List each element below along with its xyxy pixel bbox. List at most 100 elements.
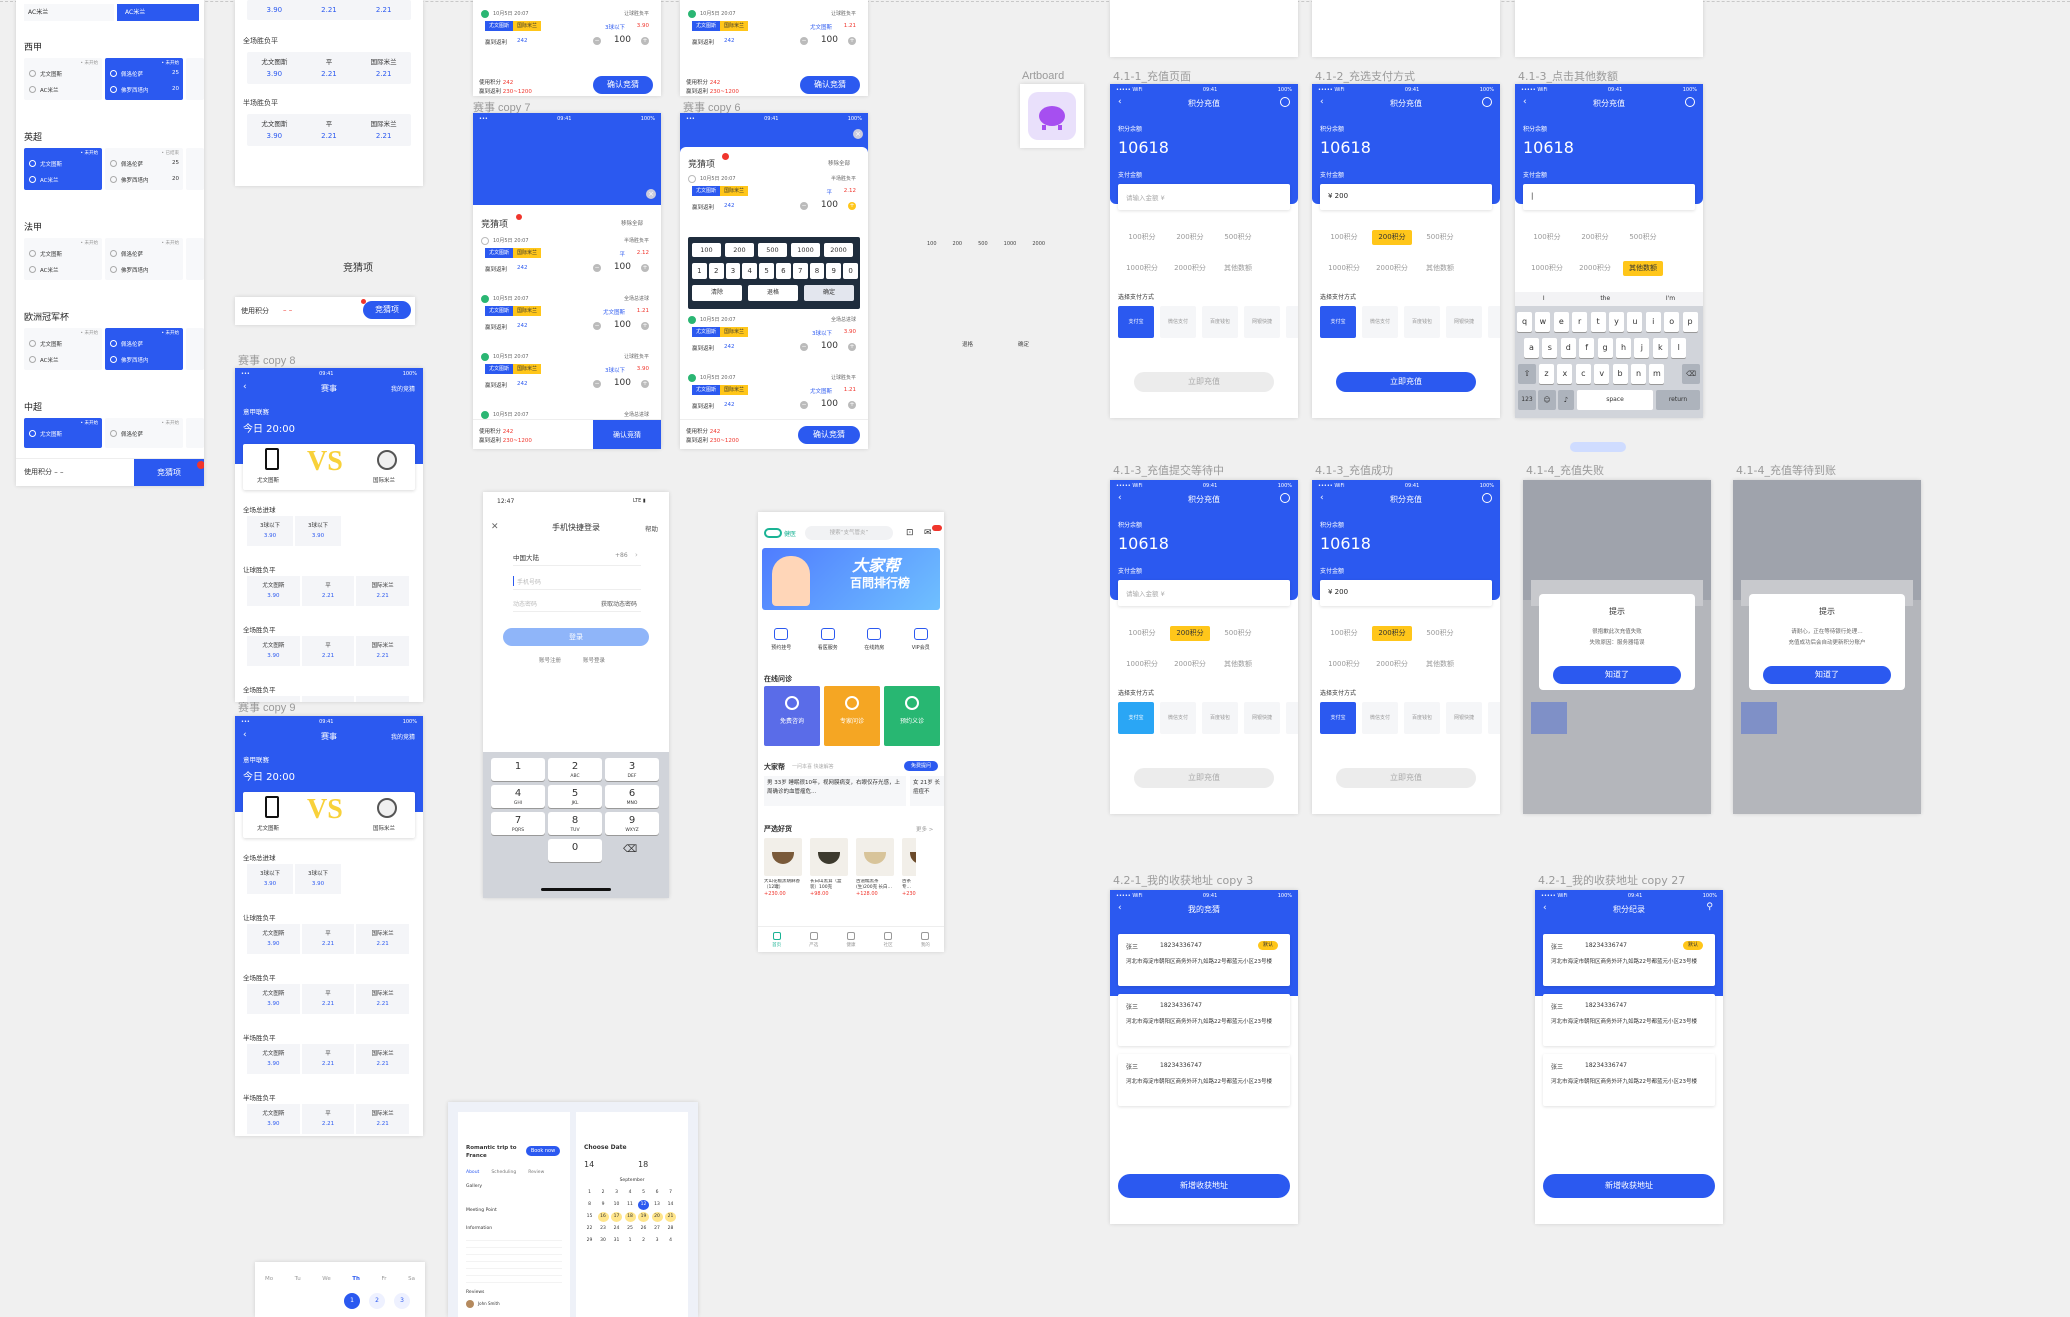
odds-row[interactable]: 尤文图斯3.90平2.21国际米兰2.21 [247, 636, 411, 666]
minus-icon[interactable]: − [800, 401, 808, 409]
team-cell[interactable]: AC米兰 [24, 4, 114, 21]
amount-input[interactable]: ¥ 200 [1320, 184, 1492, 210]
calendar-day[interactable]: 3 [394, 1293, 410, 1309]
bet-item[interactable]: 10月5日 20:07 让球胜负平 尤文图斯 国际米兰 尤文图斯 1.21 赢到返利 242−… [680, 370, 868, 424]
odds-cell[interactable]: 平 2.21 [302, 56, 356, 80]
bet-item[interactable]: 10月5日 20:07 让球胜负平 尤文图斯 国际米兰 尤文图斯 1.21 赢到返利 242−… [680, 6, 868, 60]
key-return[interactable]: return [1656, 390, 1700, 410]
check-icon[interactable] [481, 295, 489, 303]
amount-chip[interactable]: 500积分 [1623, 230, 1663, 245]
dismiss-button[interactable]: 知道了 [1553, 666, 1681, 684]
plus-icon[interactable]: + [641, 37, 649, 45]
calendar-cell[interactable]: 14 [665, 1200, 676, 1210]
guess-button[interactable]: 竞猜项 [363, 301, 411, 319]
odds-cell[interactable]: 国际米兰2.21 [356, 636, 410, 666]
calendar-cell[interactable]: 8 [584, 1200, 595, 1210]
minus-icon[interactable]: − [593, 380, 601, 388]
address-card[interactable]: 张三 18234336747 河北市海淀市朝阳区商务外环九如路22号都蓝元小区23号… [1118, 1054, 1290, 1106]
consult-card[interactable]: 专家问诊 [824, 686, 880, 746]
amount-input[interactable]: 请输入金额 ¥ [1118, 184, 1290, 210]
microphone-icon[interactable]: ♪ [1558, 390, 1574, 410]
check-icon[interactable] [481, 10, 489, 18]
minus-icon[interactable]: − [800, 37, 808, 45]
pay-method[interactable]: 微信支付 [1362, 306, 1398, 338]
pay-method[interactable]: 银行 [1286, 306, 1298, 338]
amount-chip[interactable]: 200积分 [1170, 626, 1210, 641]
team-cell-selected[interactable]: AC米兰 [117, 4, 199, 21]
key-i[interactable]: i [1645, 312, 1661, 332]
tab-scheduling[interactable]: Scheduling [491, 1170, 516, 1175]
odds-row[interactable]: 尤文图斯3.90平2.21国际米兰2.21 [247, 696, 411, 702]
keypad-action-key[interactable]: 确定 [804, 285, 854, 301]
amount-chip[interactable]: 100积分 [1122, 626, 1162, 641]
suggestion[interactable]: I [1543, 292, 1545, 306]
plus-icon[interactable]: + [641, 322, 649, 330]
amount-chip[interactable]: 其他数额 [1420, 657, 1460, 672]
filter-icon[interactable]: ⚲ [1706, 902, 1713, 912]
odds-cell[interactable]: 尤文图斯 3.90 [247, 576, 300, 606]
match-card[interactable]: • 未开始 尤文图斯 [24, 418, 102, 448]
odds-cell[interactable]: 国际米兰2.21 [356, 696, 410, 702]
calendar-cell[interactable]: 18 [624, 1212, 636, 1222]
calendar-cell[interactable]: 15 [584, 1212, 595, 1222]
key-x[interactable]: x [1557, 364, 1573, 384]
odds-row[interactable]: 3球以下 3.90 3球以下 3.90 [247, 516, 343, 546]
login-button[interactable]: 登录 [503, 628, 649, 646]
pay-method[interactable]: 银行 [1286, 702, 1298, 734]
amount-chip[interactable]: 其他数额 [1623, 261, 1663, 276]
pay-method[interactable]: 支付宝 [1118, 702, 1154, 734]
pay-method[interactable]: 银行 [1488, 306, 1500, 338]
amount-chip[interactable]: 2000积分 [1372, 657, 1412, 672]
odds-cell[interactable]: 3球以下 3.90 [247, 516, 293, 546]
my-guess-link[interactable]: 我的竞猜 [391, 384, 415, 393]
key-e[interactable]: e [1553, 312, 1569, 332]
amount-chip[interactable]: 100积分 [1527, 230, 1567, 245]
minus-icon[interactable]: − [800, 202, 808, 210]
calendar-cell[interactable]: 22 [584, 1224, 595, 1234]
odds-row[interactable]: 尤文图斯 3.90 平 2.21 国际米兰 2.21 [247, 114, 411, 146]
add-address-button[interactable]: 新增收获地址 [1118, 1174, 1290, 1198]
match-card[interactable]: • 未开始 尤文图斯 AC米兰 [24, 238, 102, 280]
match-card[interactable]: • 已结束 佩洛伦萨 25 佛罗西塔内 20 [105, 148, 183, 190]
pay-method[interactable]: 百度钱包 [1202, 702, 1238, 734]
odds-cell[interactable]: 平 2.21 [301, 1104, 355, 1134]
keypad-action-key[interactable]: 退格 [748, 285, 798, 301]
key-p[interactable]: p [1682, 312, 1698, 332]
minus-icon[interactable]: − [593, 264, 601, 272]
odds-cell[interactable]: 3球以下 3.90 [295, 516, 341, 546]
odds-row[interactable]: 3.90 2.21 2.21 [247, 0, 411, 20]
my-guess-link[interactable]: 我的竞猜 [391, 732, 415, 741]
match-card[interactable]: • 未开始 佩洛伦萨 [105, 418, 183, 448]
preset-amount-key[interactable]: 100 [692, 243, 721, 257]
preset-amount-key[interactable]: 200 [725, 243, 754, 257]
calendar-cell[interactable]: 2 [638, 1236, 649, 1246]
digit-key[interactable]: 7 [792, 263, 808, 279]
amount-chip[interactable]: 200积分 [1372, 230, 1412, 245]
key-h[interactable]: h [1616, 338, 1631, 358]
consult-card[interactable]: 预约义诊 [884, 686, 940, 746]
calendar-day[interactable]: 2 [369, 1293, 385, 1309]
digit-key[interactable]: 8 [809, 263, 825, 279]
odds-row[interactable]: 尤文图斯3.90平2.21国际米兰2.21 [247, 1104, 411, 1134]
odds-cell[interactable]: 国际米兰2.21 [356, 1044, 410, 1074]
amount-chip[interactable]: 1000积分 [1527, 261, 1567, 276]
amount-chip[interactable]: 500积分 [1420, 230, 1460, 245]
pay-method[interactable]: 微信支付 [1160, 702, 1196, 734]
amount-chip[interactable]: 2000积分 [1170, 261, 1210, 276]
odds-cell[interactable]: 尤文图斯 3.90 [247, 1104, 300, 1134]
odds-cell[interactable]: 平 2.21 [301, 924, 355, 954]
odds-row[interactable]: 尤文图斯3.90平2.21国际米兰2.21 [247, 924, 411, 954]
odds-cell[interactable]: 平 2.21 [301, 1044, 355, 1074]
calendar-cell[interactable]: 12 [638, 1200, 649, 1210]
region-select[interactable]: 中国大陆 +86 › [513, 551, 641, 566]
amount-chip[interactable]: 1000积分 [1122, 657, 1162, 672]
minus-icon[interactable]: − [800, 343, 808, 351]
calendar-cell[interactable]: 9 [598, 1200, 609, 1210]
digit-key[interactable]: 9 [826, 263, 842, 279]
tab-about[interactable]: About [466, 1170, 479, 1175]
digit-key[interactable]: 4 GHI [491, 785, 545, 808]
key-k[interactable]: k [1652, 338, 1668, 358]
calendar-cell[interactable]: 20 [651, 1212, 663, 1222]
key-z[interactable]: z [1539, 364, 1554, 384]
calendar-day-selected[interactable]: 1 [344, 1293, 360, 1309]
